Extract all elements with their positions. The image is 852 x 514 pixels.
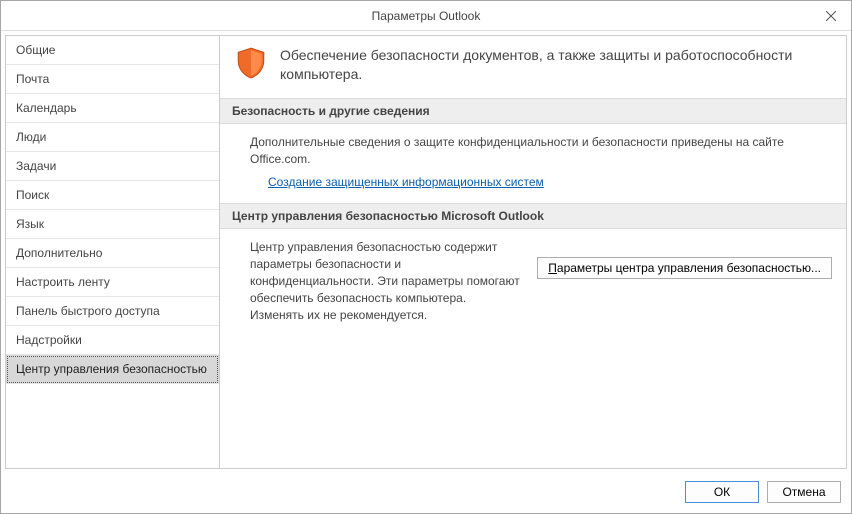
sidebar-item-label: Задачи — [16, 159, 56, 173]
sidebar-item-label: Панель быстрого доступа — [16, 304, 160, 318]
options-dialog: Параметры Outlook Общие Почта Календарь … — [0, 0, 852, 514]
section-body-security-info: Дополнительные сведения о защите конфиде… — [220, 124, 846, 204]
close-button[interactable] — [811, 1, 851, 30]
security-info-desc: Дополнительные сведения о защите конфиде… — [250, 134, 832, 168]
intro-row: Обеспечение безопасности документов, а т… — [220, 36, 846, 98]
button-accesskey: П — [548, 261, 557, 275]
window-title: Параметры Outlook — [372, 9, 481, 23]
sidebar-item-label: Календарь — [16, 101, 77, 115]
trust-center-desc: Центр управления безопасностью содержит … — [250, 239, 523, 323]
shield-icon — [234, 46, 268, 80]
category-sidebar: Общие Почта Календарь Люди Задачи Поиск … — [5, 35, 220, 469]
trust-center-row: Центр управления безопасностью содержит … — [250, 239, 832, 331]
sidebar-item-tasks[interactable]: Задачи — [6, 152, 219, 181]
sidebar-item-label: Дополнительно — [16, 246, 102, 260]
cancel-button[interactable]: Отмена — [767, 481, 841, 503]
sidebar-item-label: Поиск — [16, 188, 49, 202]
dialog-body: Общие Почта Календарь Люди Задачи Поиск … — [1, 31, 851, 473]
sidebar-item-quick-access[interactable]: Панель быстрого доступа — [6, 297, 219, 326]
sidebar-item-label: Почта — [16, 72, 49, 86]
sidebar-item-customize-ribbon[interactable]: Настроить ленту — [6, 268, 219, 297]
section-body-trust-center: Центр управления безопасностью содержит … — [220, 229, 846, 345]
section-header-trust-center: Центр управления безопасностью Microsoft… — [220, 203, 846, 229]
sidebar-item-label: Надстройки — [16, 333, 82, 347]
sidebar-item-label: Общие — [16, 43, 55, 57]
sidebar-item-search[interactable]: Поиск — [6, 181, 219, 210]
sidebar-item-mail[interactable]: Почта — [6, 65, 219, 94]
sidebar-item-label: Настроить ленту — [16, 275, 110, 289]
sidebar-item-label: Люди — [16, 130, 46, 144]
sidebar-item-people[interactable]: Люди — [6, 123, 219, 152]
dialog-footer: ОК Отмена — [1, 473, 851, 513]
main-panel: Обеспечение безопасности документов, а т… — [220, 35, 847, 469]
sidebar-item-calendar[interactable]: Календарь — [6, 94, 219, 123]
button-rest: араметры центра управления безопасностью… — [557, 261, 821, 275]
ok-button[interactable]: ОК — [685, 481, 759, 503]
close-icon — [826, 11, 836, 21]
sidebar-item-language[interactable]: Язык — [6, 210, 219, 239]
trustworthy-computing-link[interactable]: Создание защищенных информационных систе… — [250, 175, 544, 189]
titlebar: Параметры Outlook — [1, 1, 851, 31]
section-header-security-info: Безопасность и другие сведения — [220, 98, 846, 124]
sidebar-item-general[interactable]: Общие — [6, 36, 219, 65]
sidebar-item-addins[interactable]: Надстройки — [6, 326, 219, 355]
sidebar-item-label: Центр управления безопасностью — [16, 362, 207, 376]
intro-text: Обеспечение безопасности документов, а т… — [280, 46, 832, 84]
sidebar-item-label: Язык — [16, 217, 44, 231]
trust-center-settings-button[interactable]: Параметры центра управления безопасность… — [537, 257, 832, 279]
sidebar-item-trust-center[interactable]: Центр управления безопасностью — [6, 355, 219, 384]
sidebar-item-advanced[interactable]: Дополнительно — [6, 239, 219, 268]
